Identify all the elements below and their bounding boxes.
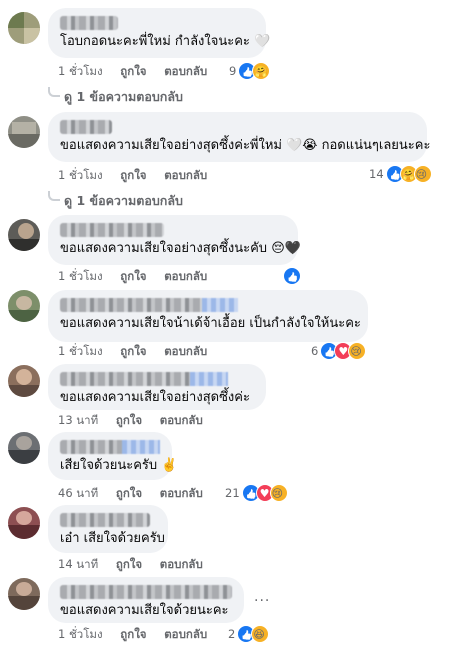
avatar[interactable] [8, 116, 40, 148]
reply-button[interactable]: ตอบกลับ [164, 268, 207, 284]
avatar[interactable] [8, 365, 40, 397]
reaction-count: 14 [369, 166, 384, 181]
avatar[interactable] [8, 578, 40, 610]
comment-bubble: ขอแสดงความเสียใจอย่างสุดซึ้งค่ะพี่ใหม่ 🤍… [48, 112, 431, 162]
sad-reaction-icon [413, 164, 432, 184]
commenter-name[interactable] [60, 440, 160, 454]
commenter-name[interactable] [60, 585, 232, 599]
view-replies-link[interactable]: ดู 1 ข้อความตอบกลับ [48, 191, 183, 211]
reply-button[interactable]: ตอบกลับ [164, 167, 207, 183]
comment-text: ขอแสดงความเสียใจอย่างสุดซึ้งค่ะพี่ใหม่ 🤍… [60, 138, 431, 153]
avatar[interactable] [8, 219, 40, 251]
like-button[interactable]: ถูกใจ [120, 626, 146, 642]
reply-button[interactable]: ตอบกลับ [164, 343, 207, 359]
avatar[interactable] [8, 12, 40, 44]
like-button[interactable]: ถูกใจ [116, 485, 142, 501]
comment-text: ขอแสดงความเสียใจด้วยนะคะ [60, 603, 229, 618]
care-reaction-icon [252, 61, 271, 81]
like-button[interactable]: ถูกใจ [116, 556, 142, 572]
sad-reaction-icon [348, 341, 367, 361]
comment-text: โอบกอดนะคะพี่ใหม่ กำลังใจนะคะ 🤍 [60, 34, 271, 49]
comment-bubble: ขอแสดงความเสียใจน้าเด้จ้าเอื้อย เป็นกำลั… [48, 290, 368, 342]
comment-time[interactable]: 14 นาที [58, 556, 98, 572]
like-button[interactable]: ถูกใจ [120, 343, 146, 359]
reaction-count: 9 [229, 63, 237, 78]
comment-actions: 1 ชั่วโมง ถูกใจ ตอบกลับ [58, 63, 221, 79]
reaction-count: 6 [311, 343, 319, 358]
comment-actions: 1 ชั่วโมง ถูกใจ ตอบกลับ [58, 343, 221, 359]
comment-actions: 46 นาที ถูกใจ ตอบกลับ [58, 485, 217, 501]
comment-text: เสียใจด้วยนะครับ ✌️ [60, 458, 178, 473]
reaction-summary[interactable]: 14 [369, 164, 432, 184]
reply-button[interactable]: ตอบกลับ [164, 626, 207, 642]
comment-time[interactable]: 13 นาที [58, 412, 98, 428]
comment-time[interactable]: 1 ชั่วโมง [58, 167, 103, 183]
reply-button[interactable]: ตอบกลับ [160, 412, 203, 428]
comment-time[interactable]: 1 ชั่วโมง [58, 63, 103, 79]
commenter-name[interactable] [60, 298, 238, 312]
comment-bubble: ขอแสดงความเสียใจด้วยนะคะ [48, 577, 244, 623]
like-button[interactable]: ถูกใจ [116, 412, 142, 428]
commenter-name[interactable] [60, 223, 164, 237]
reaction-summary[interactable]: 9 [229, 61, 271, 81]
comment-bubble: เสียใจด้วยนะครับ ✌️ [48, 432, 178, 480]
commenter-name[interactable] [60, 372, 228, 386]
reaction-summary[interactable]: 6 [311, 341, 367, 361]
commenter-name[interactable] [60, 120, 112, 134]
reply-thread-icon [48, 87, 60, 97]
comment-actions: 1 ชั่วโมง ถูกใจ ตอบกลับ [58, 268, 221, 284]
avatar[interactable] [8, 507, 40, 539]
reply-button[interactable]: ตอบกลับ [160, 485, 203, 501]
reaction-count: 21 [225, 485, 240, 500]
comment-text: เอ๋า เสียใจด้วยครับ [60, 531, 165, 546]
avatar[interactable] [8, 290, 40, 322]
reply-thread-icon [48, 191, 60, 201]
comment-actions: 1 ชั่วโมง ถูกใจ ตอบกลับ [58, 626, 221, 642]
reaction-summary[interactable]: 2 [228, 624, 270, 644]
commenter-name[interactable] [60, 16, 118, 30]
comment-time[interactable]: 1 ชั่วโมง [58, 268, 103, 284]
more-options-button[interactable]: ... [254, 589, 270, 605]
comment-text: ขอแสดงความเสียใจอย่างสุดซึ้งนะคับ 😔🖤 [60, 241, 301, 256]
commenter-name[interactable] [60, 513, 150, 527]
reaction-summary[interactable] [283, 266, 301, 285]
comment-actions: 14 นาที ถูกใจ ตอบกลับ [58, 556, 217, 572]
comment-time[interactable]: 1 ชั่วโมง [58, 626, 103, 642]
comment-time[interactable]: 1 ชั่วโมง [58, 343, 103, 359]
comment-bubble: ขอแสดงความเสียใจอย่างสุดซึ้งค่ะ [48, 364, 266, 410]
like-button[interactable]: ถูกใจ [120, 63, 146, 79]
like-reaction-icon [283, 266, 301, 285]
comment-actions: 1 ชั่วโมง ถูกใจ ตอบกลับ [58, 167, 221, 183]
comment-bubble: ขอแสดงความเสียใจอย่างสุดซึ้งนะคับ 😔🖤 [48, 215, 301, 265]
comment-text: ขอแสดงความเสียใจอย่างสุดซึ้งค่ะ [60, 390, 250, 405]
reply-button[interactable]: ตอบกลับ [164, 63, 207, 79]
view-replies-link[interactable]: ดู 1 ข้อความตอบกลับ [48, 87, 183, 107]
comment-bubble: เอ๋า เสียใจด้วยครับ [48, 505, 168, 553]
reaction-summary[interactable]: 21 [225, 483, 288, 503]
haha-reaction-icon [251, 624, 270, 644]
like-button[interactable]: ถูกใจ [120, 268, 146, 284]
reply-button[interactable]: ตอบกลับ [160, 556, 203, 572]
comment-bubble: โอบกอดนะคะพี่ใหม่ กำลังใจนะคะ 🤍 [48, 8, 271, 58]
like-button[interactable]: ถูกใจ [120, 167, 146, 183]
comment-actions: 13 นาที ถูกใจ ตอบกลับ [58, 412, 217, 428]
comment-time[interactable]: 46 นาที [58, 485, 98, 501]
sad-reaction-icon [269, 483, 288, 503]
reaction-count: 2 [228, 626, 236, 641]
comment-text: ขอแสดงความเสียใจน้าเด้จ้าเอื้อย เป็นกำลั… [60, 316, 361, 331]
avatar[interactable] [8, 432, 40, 464]
